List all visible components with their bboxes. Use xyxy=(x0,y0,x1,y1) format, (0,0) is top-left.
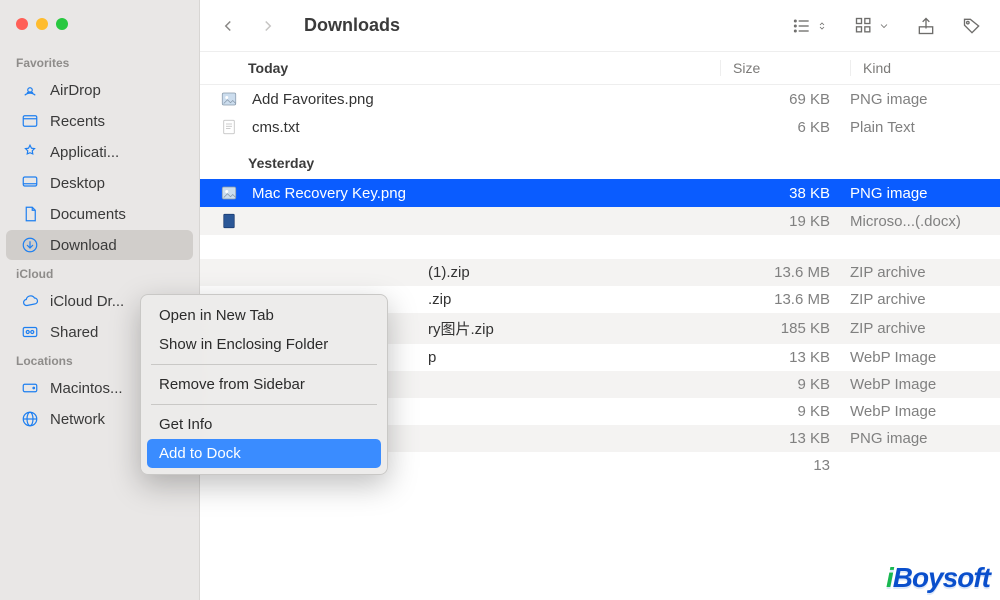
airdrop-icon xyxy=(20,80,40,100)
file-row[interactable]: cms.txt6 KBPlain Text xyxy=(200,113,1000,141)
sidebar-item-doc[interactable]: Documents xyxy=(6,199,193,229)
sidebar-item-label: Recents xyxy=(50,113,105,130)
file-row[interactable]: 19 KBMicroso...(.docx) xyxy=(200,207,1000,235)
file-name: Add Favorites.png xyxy=(248,91,720,108)
sidebar-item-label: Desktop xyxy=(50,175,105,192)
file-kind: Plain Text xyxy=(850,119,1000,136)
menu-item[interactable]: Show in Enclosing Folder xyxy=(147,330,381,359)
menu-item[interactable]: Get Info xyxy=(147,410,381,439)
sidebar-item-label: iCloud Dr... xyxy=(50,293,124,310)
disk-icon xyxy=(20,378,40,398)
menu-item[interactable]: Open in New Tab xyxy=(147,301,381,330)
window-traffic-lights xyxy=(0,12,199,50)
toolbar: Downloads xyxy=(200,0,1000,52)
sidebar-item-label: AirDrop xyxy=(50,82,101,99)
sidebar-item-airdrop[interactable]: AirDrop xyxy=(6,75,193,105)
file-row[interactable]: Mac Recovery Key.png38 KBPNG image xyxy=(200,179,1000,207)
sidebar-item-label: Documents xyxy=(50,206,126,223)
menu-separator xyxy=(151,364,377,365)
file-kind: WebP Image xyxy=(850,349,1000,366)
file-size: 19 KB xyxy=(720,213,850,230)
globe-icon xyxy=(20,409,40,429)
group-label: Yesterday xyxy=(200,141,1000,179)
tag-button[interactable] xyxy=(962,16,982,36)
close-window-button[interactable] xyxy=(16,18,28,30)
list-view-button[interactable] xyxy=(792,16,828,36)
sidebar-item-desktop[interactable]: Desktop xyxy=(6,168,193,198)
file-name: (1).zip xyxy=(248,264,720,281)
file-row[interactable]: (1).zip13.6 MBZIP archive xyxy=(200,259,1000,286)
desktop-icon xyxy=(20,173,40,193)
file-size: 9 KB xyxy=(720,376,850,393)
clock-icon xyxy=(20,111,40,131)
file-icon xyxy=(220,184,238,202)
file-kind: Microso...(.docx) xyxy=(850,213,1000,230)
file-name: Mac Recovery Key.png xyxy=(248,185,720,202)
sidebar-item-label: Download xyxy=(50,237,117,254)
file-kind: PNG image xyxy=(850,185,1000,202)
sidebar-item-label: Macintos... xyxy=(50,380,123,397)
file-size: 69 KB xyxy=(720,91,850,108)
file-kind: PNG image xyxy=(850,91,1000,108)
file-size: 9 KB xyxy=(720,403,850,420)
file-kind: ZIP archive xyxy=(850,320,1000,337)
doc-icon xyxy=(20,204,40,224)
file-size: 13 xyxy=(720,457,850,474)
file-size: 38 KB xyxy=(720,185,850,202)
context-menu: Open in New TabShow in Enclosing Folder R… xyxy=(140,294,388,475)
sidebar-section-label: iCloud xyxy=(0,261,199,285)
file-size: 13.6 MB xyxy=(720,264,850,281)
menu-separator xyxy=(151,404,377,405)
file-icon xyxy=(220,90,238,108)
sidebar-item-download[interactable]: Download xyxy=(6,230,193,260)
back-button[interactable] xyxy=(210,10,246,42)
file-size: 6 KB xyxy=(720,119,850,136)
file-icon xyxy=(220,212,238,230)
file-kind: PNG image xyxy=(850,430,1000,447)
file-size: 13 KB xyxy=(720,430,850,447)
column-headers[interactable]: Today Size Kind xyxy=(200,52,1000,85)
apps-icon xyxy=(20,142,40,162)
file-kind: ZIP archive xyxy=(850,291,1000,308)
file-size: 13 KB xyxy=(720,349,850,366)
forward-button[interactable] xyxy=(250,10,286,42)
sidebar-item-apps[interactable]: Applicati... xyxy=(6,137,193,167)
sidebar-item-clock[interactable]: Recents xyxy=(6,106,193,136)
zoom-window-button[interactable] xyxy=(56,18,68,30)
minimize-window-button[interactable] xyxy=(36,18,48,30)
file-name: cms.txt xyxy=(248,119,720,136)
toolbar-right xyxy=(792,16,990,36)
share-button[interactable] xyxy=(916,16,936,36)
column-kind[interactable]: Kind xyxy=(850,60,1000,76)
file-kind: WebP Image xyxy=(850,403,1000,420)
menu-item[interactable]: Add to Dock xyxy=(147,439,381,468)
shared-icon xyxy=(20,322,40,342)
sidebar-item-label: Shared xyxy=(50,324,98,341)
menu-item[interactable]: Remove from Sidebar xyxy=(147,370,381,399)
file-size: 185 KB xyxy=(720,320,850,337)
file-kind: WebP Image xyxy=(850,376,1000,393)
file-row[interactable]: Add Favorites.png69 KBPNG image xyxy=(200,85,1000,113)
download-icon xyxy=(20,235,40,255)
window-title: Downloads xyxy=(304,15,788,36)
sidebar-item-label: Applicati... xyxy=(50,144,119,161)
file-kind: ZIP archive xyxy=(850,264,1000,281)
watermark: iBoysoft xyxy=(886,562,990,594)
cloud-icon xyxy=(20,291,40,311)
file-icon xyxy=(220,118,238,136)
column-size[interactable]: Size xyxy=(720,60,850,76)
column-name[interactable]: Today xyxy=(248,60,720,76)
sidebar-section-label: Favorites xyxy=(0,50,199,74)
group-by-button[interactable] xyxy=(854,16,890,36)
file-size: 13.6 MB xyxy=(720,291,850,308)
sidebar-item-label: Network xyxy=(50,411,105,428)
